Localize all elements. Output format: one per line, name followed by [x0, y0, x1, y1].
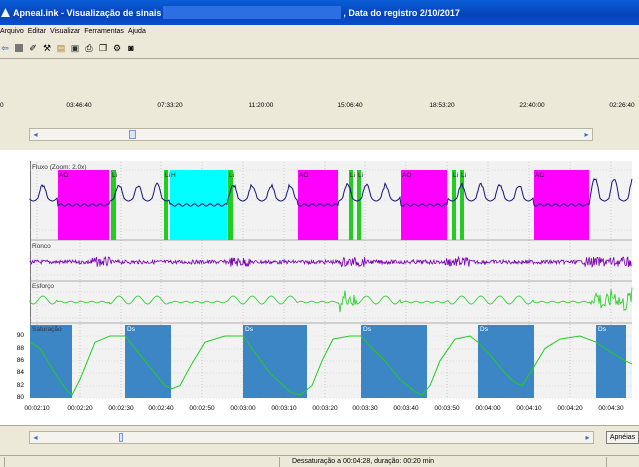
event-label: Li — [165, 172, 170, 179]
status-text: Dessaturação a 00:04:28, duração: 00:20 … — [292, 458, 435, 465]
event-label: Ds — [127, 326, 136, 333]
signal-svg: AO Li Li H Li AO Li Li AO Li Li AODs Ds Ds Ds Ds — [29, 162, 633, 399]
status-separator — [279, 457, 280, 467]
sat-axis-label: 90 — [16, 332, 24, 339]
desaturation-marker — [30, 325, 72, 398]
time-tick: 00:03:50 — [434, 405, 460, 412]
event-marker — [460, 170, 464, 240]
effort-waveform — [29, 287, 633, 313]
time-tick: 00:02:20 — [67, 405, 93, 412]
time-tick: 00:03:00 — [230, 405, 256, 412]
desaturation-marker — [361, 325, 427, 398]
event-marker — [170, 170, 227, 240]
status-separator — [4, 457, 5, 467]
event-label: Ds — [598, 326, 607, 333]
channel-label-esforco: Esforço — [32, 283, 55, 290]
scroll-left-icon[interactable]: ◂ — [31, 433, 40, 442]
time-tick: 00:04:10 — [516, 405, 542, 412]
sat-axis-label: 88 — [16, 345, 24, 352]
time-tick: 00:02:50 — [189, 405, 215, 412]
status-bar: Dessaturação a 00:04:28, duração: 00:20 … — [0, 455, 639, 467]
event-label: AO — [59, 172, 68, 179]
event-label: Li — [229, 172, 234, 179]
event-label: Ds — [480, 326, 489, 333]
time-tick: 00:03:20 — [312, 405, 338, 412]
event-marker — [357, 170, 361, 240]
desaturation-marker — [125, 325, 171, 398]
channel-label-saturacao: Saturação — [32, 326, 62, 333]
event-marker — [349, 170, 353, 240]
time-tick: 00:02:40 — [148, 405, 174, 412]
time-tick: 00:04:00 — [475, 405, 501, 412]
sat-axis-label: 84 — [16, 369, 24, 376]
event-label: H — [171, 172, 176, 179]
event-label: Ds — [363, 326, 372, 333]
event-label: AO — [402, 172, 411, 179]
event-marker — [228, 170, 233, 240]
time-tick: 00:04:20 — [557, 405, 583, 412]
event-marker — [164, 170, 168, 240]
time-tick: 00:02:10 — [24, 405, 50, 412]
sat-axis-label: 82 — [16, 382, 24, 389]
event-marker — [452, 170, 456, 240]
time-tick: 00:04:30 — [598, 405, 624, 412]
sat-axis-label: 80 — [16, 394, 24, 401]
time-tick: 00:02:30 — [108, 405, 134, 412]
time-tick: 00:03:40 — [393, 405, 419, 412]
event-marker — [111, 170, 116, 240]
signal-scrollbar[interactable]: ◂ ▸ — [29, 431, 594, 444]
time-tick: 00:03:30 — [352, 405, 378, 412]
apneias-button[interactable]: Apnéias — [606, 431, 639, 444]
desaturation-marker — [478, 325, 534, 398]
event-label: Li — [453, 172, 458, 179]
event-label: AO — [535, 172, 544, 179]
scroll-right-icon[interactable]: ▸ — [583, 433, 592, 442]
channel-label-ronco: Ronco — [32, 243, 51, 250]
event-label: Ds — [245, 326, 254, 333]
event-label: Li — [112, 172, 117, 179]
time-tick: 00:03:10 — [271, 405, 297, 412]
channel-label-fluxo: Fluxo (Zoom: 2.0x) — [32, 164, 87, 171]
status-separator — [606, 457, 607, 467]
scroll-thumb[interactable] — [119, 433, 123, 442]
event-label: Li — [358, 172, 363, 179]
desaturation-marker — [596, 325, 626, 398]
event-label: Li — [461, 172, 466, 179]
event-label: AO — [299, 172, 308, 179]
desaturation-marker — [243, 325, 307, 398]
event-label: Li — [350, 172, 355, 179]
sat-axis-label: 86 — [16, 357, 24, 364]
